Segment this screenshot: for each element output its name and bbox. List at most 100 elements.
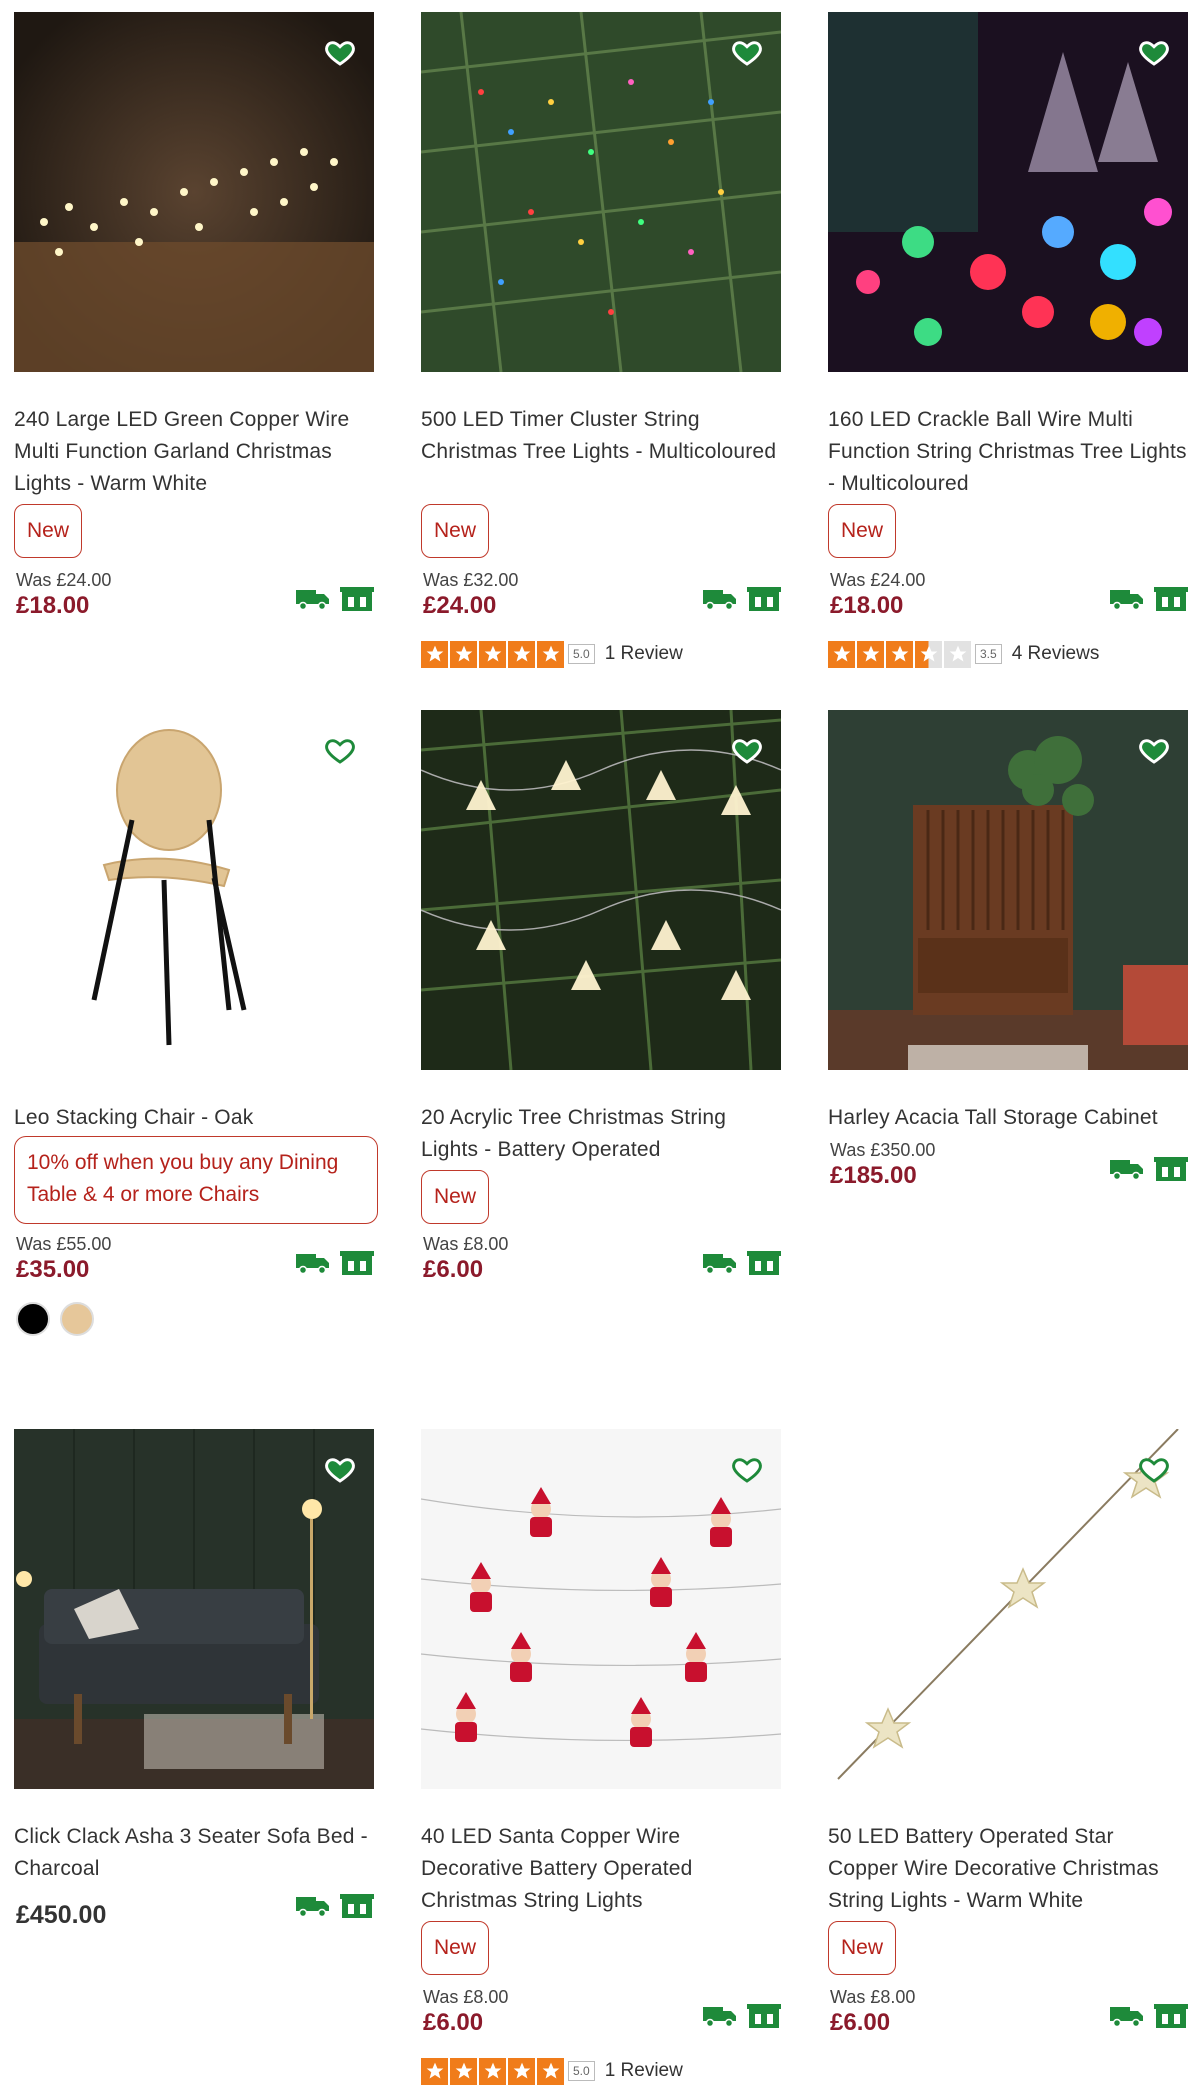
product-image[interactable] <box>828 12 1188 372</box>
product-title[interactable]: 500 LED Timer Cluster String Christmas T… <box>421 404 781 468</box>
product-title[interactable]: Harley Acacia Tall Storage Cabinet <box>828 1102 1188 1134</box>
rating-score: 3.5 <box>975 644 1002 664</box>
wishlist-heart-icon[interactable] <box>731 1453 763 1485</box>
star-icon <box>450 2057 477 2085</box>
current-price: £185.00 <box>830 1162 917 1189</box>
product-image[interactable] <box>421 1429 781 1789</box>
product-card[interactable]: Harley Acacia Tall Storage Cabinet Was £… <box>828 710 1188 1189</box>
was-price: Was £8.00 <box>830 1987 916 2007</box>
wishlist-heart-icon[interactable] <box>1138 1453 1170 1485</box>
product-card[interactable]: 20 Acrylic Tree Christmas String Lights … <box>421 710 781 1283</box>
rating[interactable]: 5.0 1 Review <box>421 640 683 668</box>
promo-badge[interactable]: 10% off when you buy any Dining Table & … <box>14 1136 378 1224</box>
wishlist-heart-icon[interactable] <box>1138 734 1170 766</box>
store-collect-icon <box>747 1251 781 1275</box>
product-title[interactable]: 240 Large LED Green Copper Wire Multi Fu… <box>14 404 374 500</box>
current-price: £6.00 <box>423 1256 484 1283</box>
product-card[interactable]: 160 LED Crackle Ball Wire Multi Function… <box>828 12 1188 668</box>
wishlist-heart-icon[interactable] <box>324 1453 356 1485</box>
star-icon <box>479 640 506 668</box>
current-price: £35.00 <box>16 1256 90 1283</box>
product-title[interactable]: 50 LED Battery Operated Star Copper Wire… <box>828 1821 1188 1917</box>
star-icon <box>537 640 564 668</box>
store-collect-icon <box>340 1894 374 1918</box>
fulfilment-icons <box>294 1250 374 1276</box>
product-image[interactable] <box>14 1429 374 1789</box>
store-collect-icon <box>747 2004 781 2028</box>
product-card[interactable]: 500 LED Timer Cluster String Christmas T… <box>421 12 781 668</box>
star-icon <box>508 2057 535 2085</box>
product-card[interactable]: 240 Large LED Green Copper Wire Multi Fu… <box>14 12 374 619</box>
fulfilment-icons <box>294 586 374 612</box>
current-price: £18.00 <box>16 592 90 619</box>
new-badge: New <box>421 1170 489 1224</box>
star-icon <box>479 2057 506 2085</box>
product-title[interactable]: Click Clack Asha 3 Seater Sofa Bed - Cha… <box>14 1821 374 1885</box>
star-icon <box>450 640 477 668</box>
current-price: £6.00 <box>423 2009 484 2036</box>
review-count[interactable]: 1 Review <box>605 643 683 665</box>
wishlist-heart-icon[interactable] <box>731 734 763 766</box>
new-badge: New <box>828 504 896 558</box>
swatch-oak[interactable] <box>60 1302 94 1336</box>
was-price: Was £32.00 <box>423 570 519 590</box>
product-image[interactable] <box>421 710 781 1070</box>
review-count[interactable]: 1 Review <box>605 2060 683 2082</box>
fulfilment-icons <box>1108 586 1188 612</box>
product-image[interactable] <box>828 1429 1188 1789</box>
delivery-van-icon <box>703 2007 736 2027</box>
product-image[interactable] <box>421 12 781 372</box>
product-image[interactable] <box>14 710 374 1070</box>
was-price: Was £8.00 <box>423 1234 509 1254</box>
was-price: Was £24.00 <box>830 570 926 590</box>
current-price: £18.00 <box>830 592 904 619</box>
delivery-van-icon <box>703 1254 736 1274</box>
wishlist-heart-icon[interactable] <box>1138 36 1170 68</box>
swatch-black[interactable] <box>16 1302 50 1336</box>
was-price: Was £55.00 <box>16 1234 112 1254</box>
fulfilment-icons <box>1108 1156 1188 1182</box>
star-icon <box>421 640 448 668</box>
wishlist-heart-icon[interactable] <box>324 36 356 68</box>
product-title[interactable]: 160 LED Crackle Ball Wire Multi Function… <box>828 404 1188 500</box>
wishlist-heart-icon[interactable] <box>324 734 356 766</box>
store-collect-icon <box>340 1251 374 1275</box>
was-price: Was £24.00 <box>16 570 112 590</box>
new-badge: New <box>421 504 489 558</box>
rating[interactable]: 3.5 4 Reviews <box>828 640 1099 668</box>
store-collect-icon <box>340 587 374 611</box>
star-icon <box>537 2057 564 2085</box>
product-card[interactable]: Leo Stacking Chair - Oak 10% off when yo… <box>14 710 378 1336</box>
rating-score: 5.0 <box>568 2061 595 2081</box>
colour-swatches <box>16 1302 94 1336</box>
rating[interactable]: 5.0 1 Review <box>421 2057 683 2085</box>
product-image[interactable] <box>14 12 374 372</box>
product-card[interactable]: Click Clack Asha 3 Seater Sofa Bed - Cha… <box>14 1429 374 1929</box>
product-image[interactable] <box>828 710 1188 1070</box>
product-title[interactable]: Leo Stacking Chair - Oak <box>14 1102 374 1134</box>
product-card[interactable]: 40 LED Santa Copper Wire Decorative Batt… <box>421 1429 781 2085</box>
product-card[interactable]: 50 LED Battery Operated Star Copper Wire… <box>828 1429 1188 2036</box>
store-collect-icon <box>747 587 781 611</box>
star-half-icon <box>915 640 942 668</box>
fulfilment-icons <box>294 1893 374 1919</box>
delivery-van-icon <box>1110 1160 1143 1180</box>
was-price: Was £8.00 <box>423 1987 509 2007</box>
star-icon <box>857 640 884 668</box>
store-collect-icon <box>1154 2004 1188 2028</box>
store-collect-icon <box>1154 1157 1188 1181</box>
rating-score: 5.0 <box>568 644 595 664</box>
review-count[interactable]: 4 Reviews <box>1012 643 1100 665</box>
current-price: £450.00 <box>16 1901 107 1929</box>
star-icon <box>508 640 535 668</box>
delivery-van-icon <box>296 1254 329 1274</box>
wishlist-heart-icon[interactable] <box>731 36 763 68</box>
rating-stars <box>421 640 564 668</box>
product-title[interactable]: 20 Acrylic Tree Christmas String Lights … <box>421 1102 781 1166</box>
product-title[interactable]: 40 LED Santa Copper Wire Decorative Batt… <box>421 1821 781 1917</box>
current-price: £24.00 <box>423 592 497 619</box>
store-collect-icon <box>1154 587 1188 611</box>
new-badge: New <box>421 1921 489 1975</box>
current-price: £6.00 <box>830 2009 891 2036</box>
fulfilment-icons <box>701 1250 781 1276</box>
